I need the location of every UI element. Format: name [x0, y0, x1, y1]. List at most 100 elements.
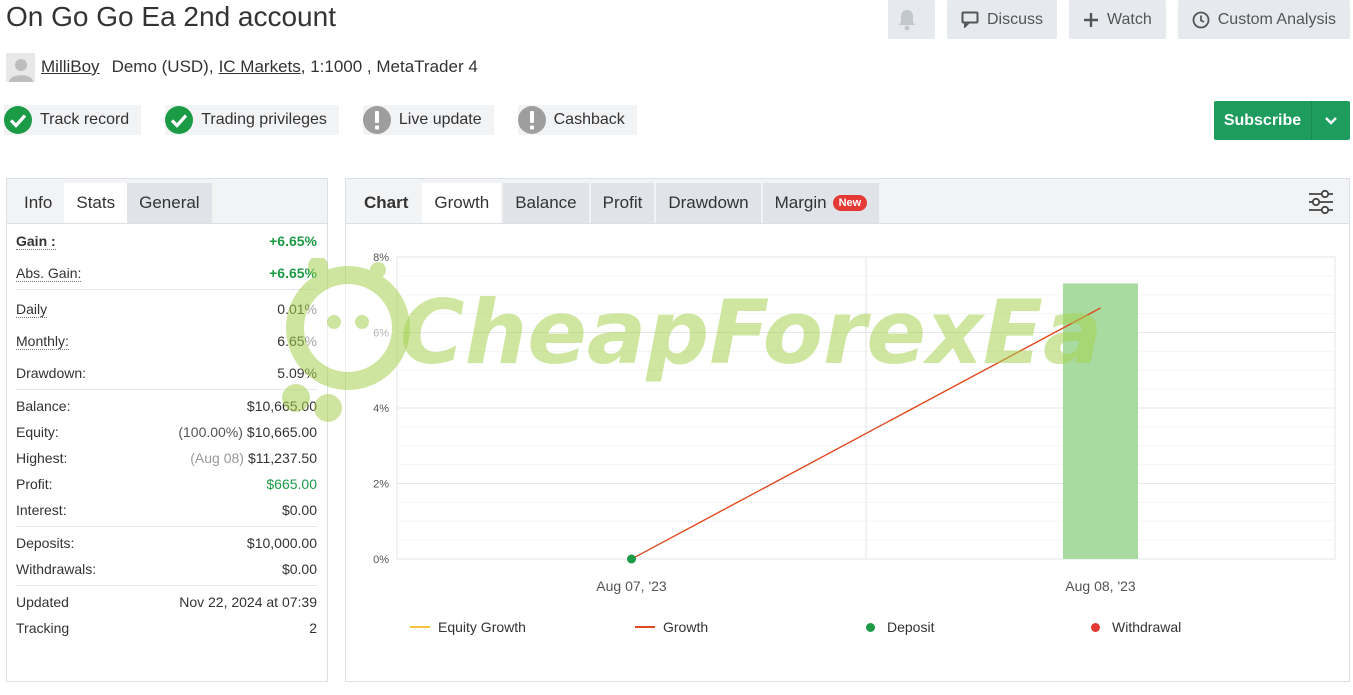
user-icon [8, 58, 33, 82]
stat-value: $10,665.00 [246, 398, 317, 414]
badge-track-record[interactable]: Track record [4, 105, 142, 135]
legend-line-marker [635, 626, 655, 628]
stat-balance: Balance: $10,665.00 [16, 393, 317, 419]
stat-value: +6.65% [269, 233, 317, 249]
legend-equity-growth[interactable]: Equity Growth [410, 619, 526, 635]
stat-gain: Gain : +6.65% [16, 228, 317, 254]
stat-abs-gain: Abs. Gain: +6.65% [16, 260, 317, 286]
discuss-button[interactable]: Discuss [946, 0, 1057, 39]
tab-margin[interactable]: Margin New [762, 183, 880, 223]
stat-profit: Profit: $665.00 [16, 471, 317, 497]
stat-value: $665.00 [266, 476, 317, 492]
stat-label: Interest: [16, 502, 67, 518]
stat-prefix: (Aug 08) [190, 450, 244, 466]
stat-value: Nov 22, 2024 at 07:39 [179, 594, 317, 610]
bell-icon [899, 9, 916, 30]
stat-value: $11,237.50 [247, 450, 317, 466]
stat-withdrawals: Withdrawals: $0.00 [16, 556, 317, 582]
custom-analysis-button[interactable]: Custom Analysis [1177, 0, 1350, 39]
new-badge: New [832, 195, 868, 211]
stat-updated: Updated Nov 22, 2024 at 07:39 [16, 589, 317, 615]
stat-value: 5.09% [277, 365, 317, 381]
divider [16, 289, 317, 290]
stat-interest: Interest: $0.00 [16, 497, 317, 523]
stats-tabs: Info Stats General [7, 179, 327, 224]
comment-icon [961, 11, 979, 28]
legend-growth[interactable]: Growth [635, 619, 708, 635]
stat-value: $0.00 [281, 502, 317, 518]
tab-balance[interactable]: Balance [503, 183, 589, 223]
stat-label: Balance: [16, 398, 71, 414]
stat-label: Deposits: [16, 535, 75, 551]
badge-live-update[interactable]: Live update [362, 105, 494, 135]
legend-label: Withdrawal [1112, 619, 1182, 635]
clock-icon [1192, 11, 1210, 28]
tab-general[interactable]: General [127, 183, 212, 223]
stat-value: $10,000.00 [246, 535, 317, 551]
subscribe-dropdown[interactable] [1312, 101, 1350, 140]
custom-analysis-label: Custom Analysis [1217, 10, 1336, 28]
legend-line-marker [410, 626, 430, 628]
tab-stats[interactable]: Stats [64, 183, 128, 223]
discuss-label: Discuss [986, 10, 1043, 28]
chart-settings-icon[interactable] [1307, 188, 1335, 216]
legend-deposit[interactable]: Deposit [866, 619, 934, 635]
stat-label[interactable]: Abs. Gain: [16, 265, 82, 282]
divider [16, 389, 317, 390]
tab-drawdown[interactable]: Drawdown [656, 183, 761, 223]
stat-tracking: Tracking 2 [16, 615, 317, 641]
badge-trading-privileges[interactable]: Trading privileges [165, 105, 339, 135]
chart-tabs: Chart Growth Balance Profit Drawdown Mar… [346, 179, 1349, 224]
subscribe-label[interactable]: Subscribe [1214, 101, 1312, 140]
chevron-down-icon [1325, 116, 1337, 125]
broker-link[interactable]: IC Markets [219, 57, 301, 77]
badge-cashback[interactable]: Cashback [517, 105, 637, 135]
stat-value: 0.01% [277, 301, 317, 317]
tab-margin-label: Margin [774, 193, 827, 212]
watch-label: Watch [1106, 10, 1152, 28]
stat-label: Tracking [16, 620, 70, 636]
tab-growth[interactable]: Growth [422, 183, 502, 223]
tab-profit[interactable]: Profit [590, 183, 655, 223]
stat-label[interactable]: Monthly: [16, 333, 69, 350]
username-link[interactable]: MilliBoy [41, 57, 100, 77]
stat-label: Drawdown: [16, 365, 87, 381]
stat-deposits: Deposits: $10,000.00 [16, 530, 317, 556]
stat-label[interactable]: Gain : [16, 233, 56, 250]
stat-label: Withdrawals: [16, 561, 97, 577]
badges: Track record Trading privileges Live upd… [4, 105, 637, 135]
tab-chart[interactable]: Chart [352, 183, 420, 223]
y-tick-label: 0% [373, 554, 389, 566]
growth-bar [1063, 283, 1138, 559]
x-tick-label: Aug 07, '23 [596, 578, 667, 594]
badge-label: Trading privileges [201, 111, 327, 128]
legend-withdrawal[interactable]: Withdrawal [1091, 619, 1181, 635]
notifications-button[interactable] [887, 0, 935, 39]
badge-label: Live update [398, 111, 482, 128]
exclamation-circle-icon [517, 106, 546, 134]
y-tick-label: 6% [373, 328, 389, 340]
divider [16, 585, 317, 586]
avatar [6, 52, 35, 82]
badge-label: Cashback [553, 111, 625, 128]
chart-panel: Chart Growth Balance Profit Drawdown Mar… [345, 178, 1350, 682]
chart-bars [1063, 283, 1138, 559]
stat-drawdown: Drawdown: 5.09% [16, 360, 317, 386]
stat-daily: Daily 0.01% [16, 296, 317, 322]
stat-value: $0.00 [281, 561, 317, 577]
subscribe-button[interactable]: Subscribe [1214, 101, 1350, 140]
account-type: Demo (USD), [111, 57, 214, 76]
y-tick-label: 4% [373, 403, 389, 415]
badge-label: Track record [40, 111, 130, 128]
tab-info[interactable]: Info [12, 183, 64, 223]
stat-value: 6.65% [277, 333, 317, 349]
y-tick-label: 2% [373, 479, 389, 491]
watch-button[interactable]: Watch [1068, 0, 1166, 39]
stat-label[interactable]: Daily [16, 301, 48, 318]
stat-equity: Equity: (100.00%) $10,665.00 [16, 419, 317, 445]
exclamation-circle-icon [362, 106, 391, 134]
plus-icon [1083, 12, 1098, 27]
stat-label: Profit: [16, 476, 53, 492]
stat-prefix: (100.00%) [178, 424, 243, 440]
x-tick-label: Aug 08, '23 [1065, 578, 1136, 594]
